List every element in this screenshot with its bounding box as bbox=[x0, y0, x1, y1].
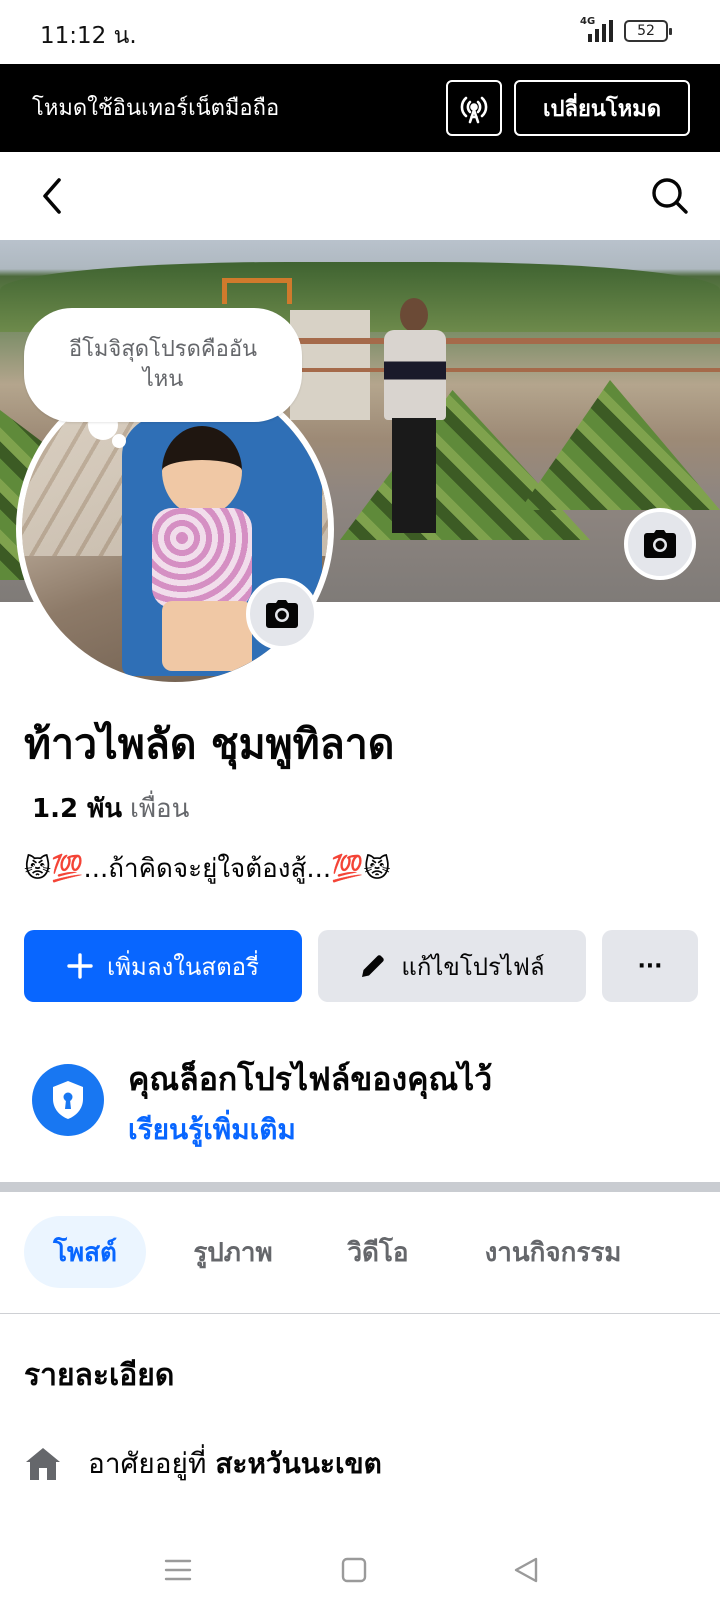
battery-level: 52 bbox=[637, 23, 655, 39]
tab-photos[interactable]: รูปภาพ bbox=[168, 1216, 298, 1288]
status-icons: 4G 52 bbox=[578, 16, 672, 44]
bubble-tail-small bbox=[112, 434, 126, 448]
back-nav-button[interactable] bbox=[506, 1550, 546, 1590]
edit-profile-button[interactable]: แก้ไขโปรไฟล์ bbox=[318, 930, 586, 1002]
detail-location: อาศัยอยู่ที่ สะหวันนะเขต bbox=[24, 1442, 382, 1486]
cellular-signal-icon: 4G bbox=[578, 16, 614, 44]
profile-tabs: โพสต์ รูปภาพ วิดีโอ งานกิจกรรม bbox=[0, 1192, 720, 1314]
switch-mode-button[interactable]: เปลี่ยนโหมด bbox=[514, 80, 690, 136]
profile-locked-title: คุณล็อกโปรไฟล์ของคุณไว้ bbox=[128, 1060, 493, 1098]
search-button[interactable] bbox=[648, 174, 692, 218]
home-button[interactable] bbox=[334, 1550, 374, 1590]
square-icon bbox=[341, 1557, 367, 1583]
section-divider bbox=[0, 1182, 720, 1192]
recent-apps-button[interactable] bbox=[158, 1550, 198, 1590]
status-bar: 11:12 น. 4G 52 bbox=[0, 0, 720, 64]
more-options-button[interactable]: ··· bbox=[602, 930, 698, 1002]
tab-videos[interactable]: วิดีโอ bbox=[326, 1216, 430, 1288]
shield-lock-icon bbox=[32, 1064, 104, 1136]
pencil-icon bbox=[362, 955, 385, 977]
profile-bio: 😾💯...ถ้าคิดจะยู่ใจต้องสู้...💯😾 bbox=[24, 854, 391, 884]
tab-events[interactable]: งานกิจกรรม bbox=[460, 1216, 646, 1288]
add-to-story-button[interactable]: เพิ่มลงในสตอรี่ bbox=[24, 930, 302, 1002]
details-heading: รายละเอียด bbox=[24, 1358, 175, 1393]
tabs-divider bbox=[0, 1313, 720, 1314]
broadcast-icon bbox=[460, 96, 488, 124]
plus-icon bbox=[67, 953, 93, 979]
edit-profile-label: แก้ไขโปรไฟล์ bbox=[401, 952, 545, 981]
menu-icon bbox=[164, 1559, 192, 1581]
add-to-story-label: เพิ่มลงในสตอรี่ bbox=[107, 952, 259, 981]
broadcast-mode-button[interactable] bbox=[446, 80, 502, 136]
edit-profile-picture-button[interactable] bbox=[246, 578, 318, 650]
back-button[interactable] bbox=[30, 174, 74, 218]
camera-icon bbox=[266, 600, 298, 628]
note-bubble[interactable]: อีโมจิสุดโปรดคืออันไหน bbox=[24, 308, 302, 422]
home-icon bbox=[26, 1448, 60, 1480]
camera-icon bbox=[644, 530, 676, 558]
data-mode-bar: โหมดใช้อินเทอร์เน็ตมือถือ เปลี่ยนโหมด bbox=[0, 64, 720, 152]
triangle-back-icon bbox=[514, 1557, 538, 1583]
friends-label: เพื่อน bbox=[130, 794, 190, 824]
location-prefix: อาศัยอยู่ที่ bbox=[88, 1447, 207, 1480]
chevron-left-icon bbox=[43, 178, 61, 214]
edit-cover-photo-button[interactable] bbox=[624, 508, 696, 580]
more-options-icon: ··· bbox=[637, 953, 663, 979]
friends-number: 1.2 พัน bbox=[32, 794, 123, 824]
top-nav bbox=[0, 152, 720, 240]
tab-posts[interactable]: โพสต์ bbox=[24, 1216, 146, 1288]
location-value[interactable]: สะหวันนะเขต bbox=[215, 1447, 382, 1480]
status-time: 11:12 น. bbox=[40, 23, 137, 49]
search-icon bbox=[652, 178, 688, 214]
data-mode-text: โหมดใช้อินเทอร์เน็ตมือถือ bbox=[32, 96, 280, 121]
friends-count[interactable]: 1.2 พัน เพื่อน bbox=[32, 788, 189, 829]
learn-more-link[interactable]: เรียนรู้เพิ่มเติม bbox=[128, 1108, 296, 1152]
note-text: อีโมจิสุดโปรดคืออันไหน bbox=[68, 337, 258, 392]
system-nav-bar bbox=[0, 1530, 720, 1612]
profile-name: ท้าวไพลัด ชุมพูทิลาด bbox=[24, 720, 395, 768]
battery-icon: 52 bbox=[624, 20, 672, 42]
